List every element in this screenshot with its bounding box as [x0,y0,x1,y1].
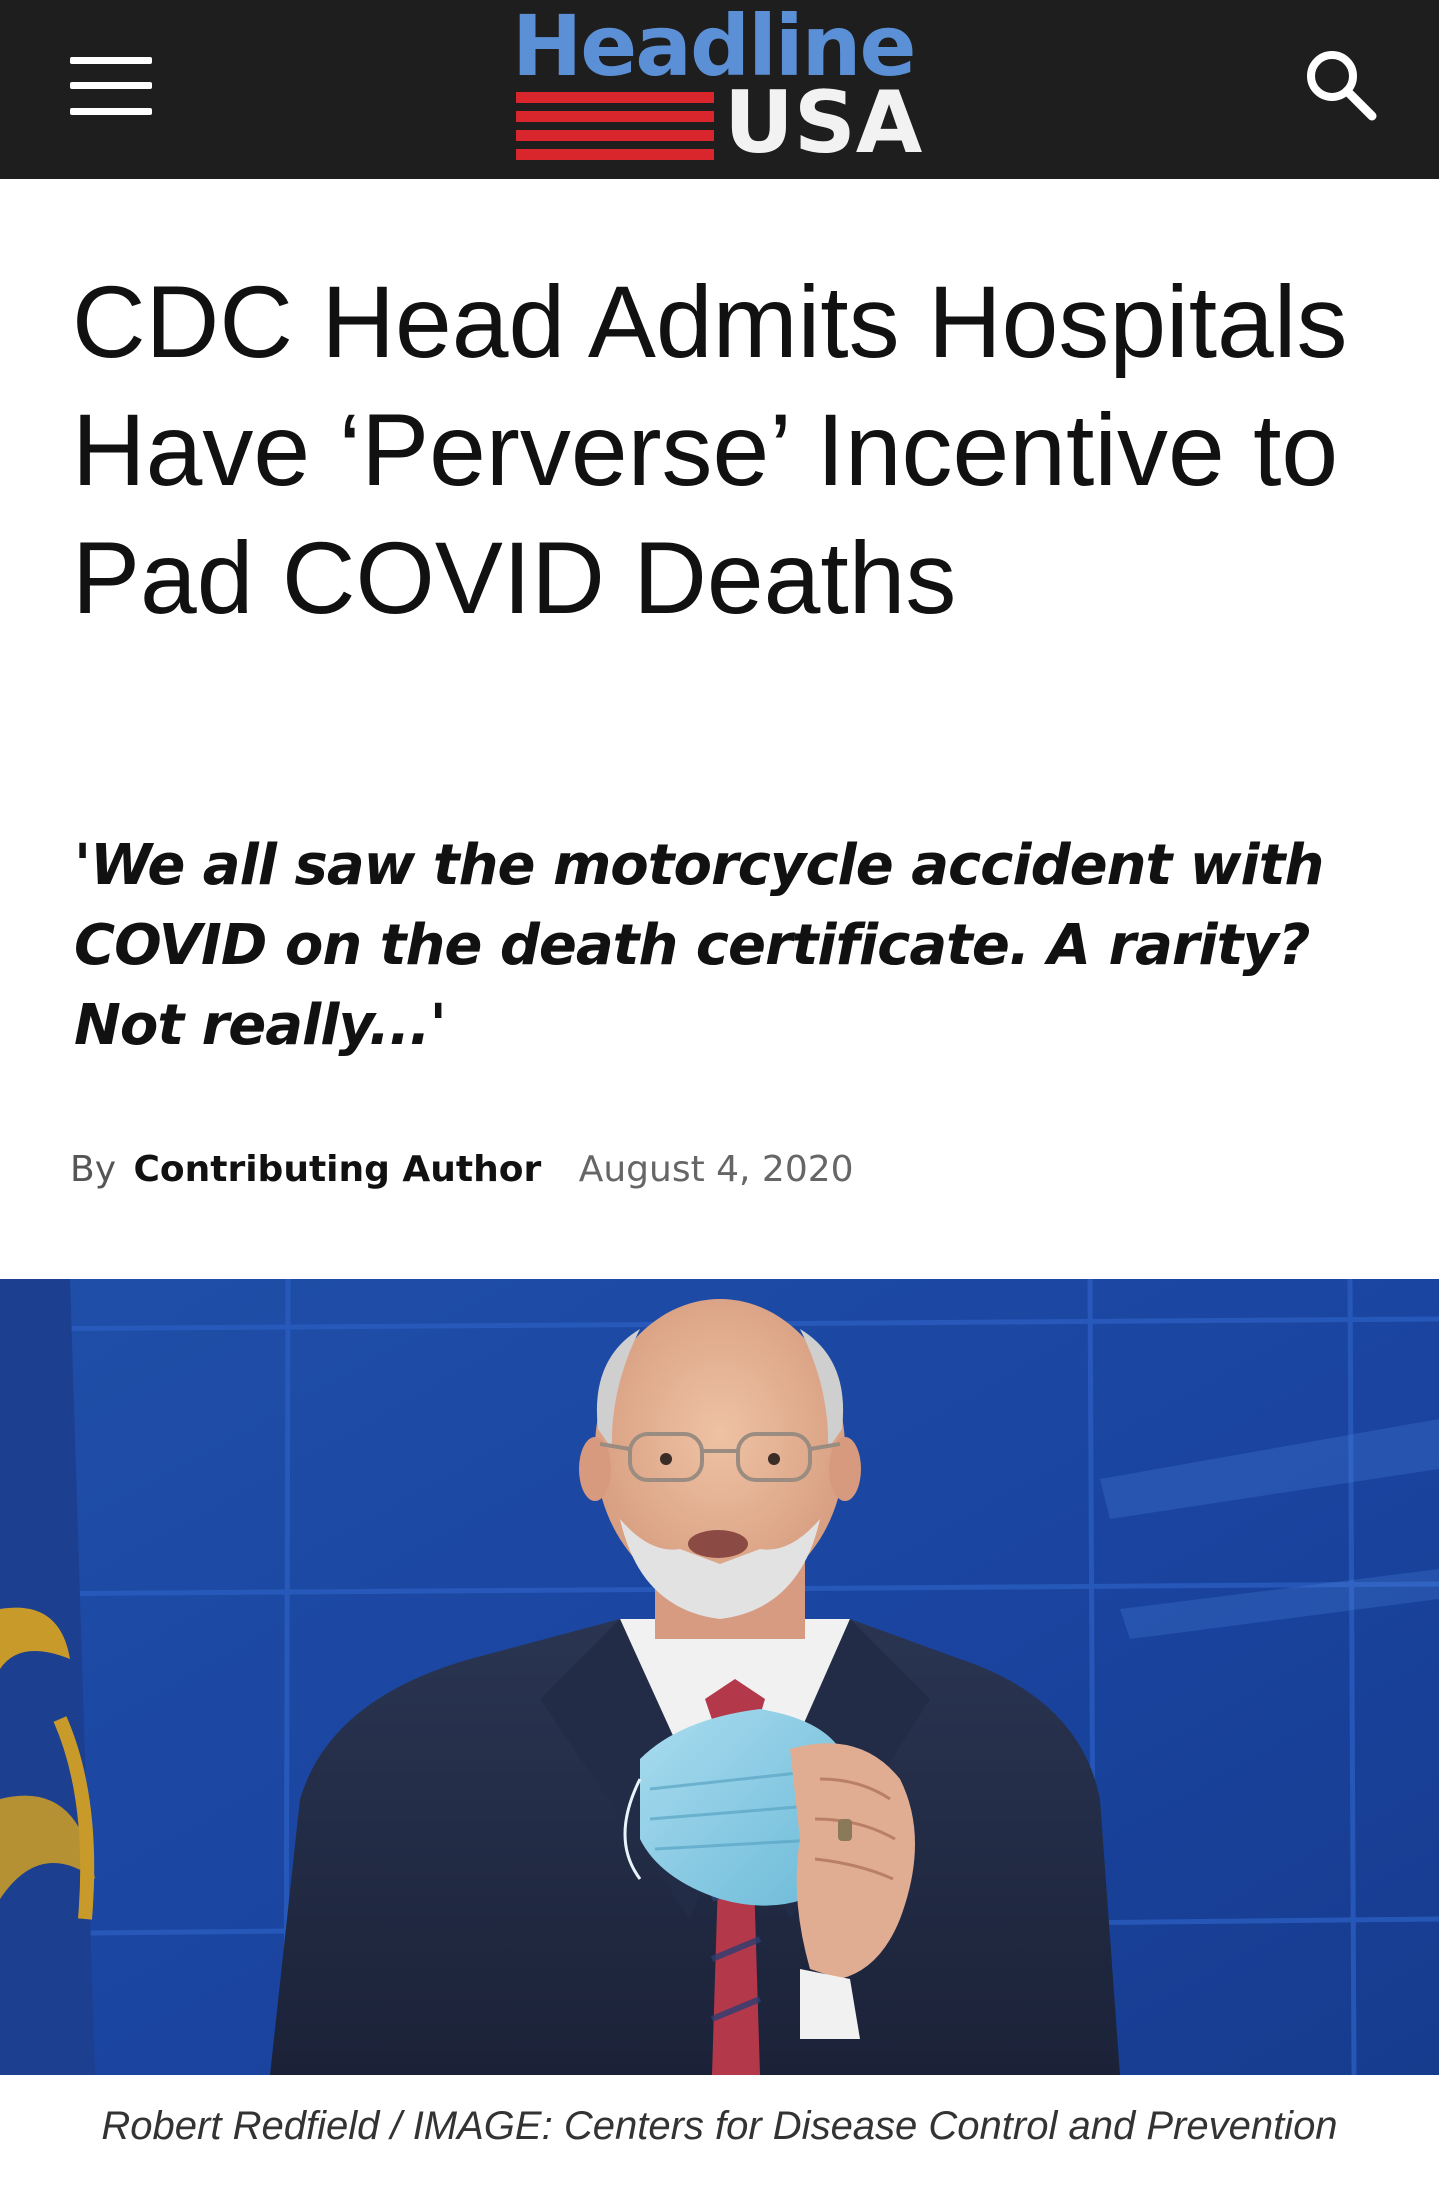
hamburger-icon-bar [70,82,152,89]
hero-photo [0,1279,1439,2075]
logo-stripe [516,92,714,103]
search-icon [1307,51,1377,121]
article-hero-image [0,1279,1439,2075]
byline-prefix: By [70,1149,117,1190]
publish-date: August 4, 2020 [578,1149,854,1190]
site-logo[interactable]: Headline USA [512,0,932,179]
search-button[interactable] [1300,44,1380,124]
article-headline: CDC Head Admits Hospitals Have ‘Perverse… [72,265,1348,635]
author-link[interactable]: Contributing Author [133,1149,541,1190]
site-header: Headline USA [0,0,1439,179]
logo-stripe [516,149,714,160]
hamburger-icon [70,57,152,64]
menu-button[interactable] [70,57,152,115]
image-caption: Robert Redfield / IMAGE: Centers for Dis… [101,2104,1338,2148]
byline: By Contributing Author August 4, 2020 [70,1146,854,1194]
logo-stripe [516,111,714,122]
article-subheadline: 'We all saw the motorcycle accident with… [74,833,1324,1058]
hamburger-icon-bar [70,108,152,115]
logo-stripe [516,130,714,141]
logo-usa-text: USA [724,73,923,173]
